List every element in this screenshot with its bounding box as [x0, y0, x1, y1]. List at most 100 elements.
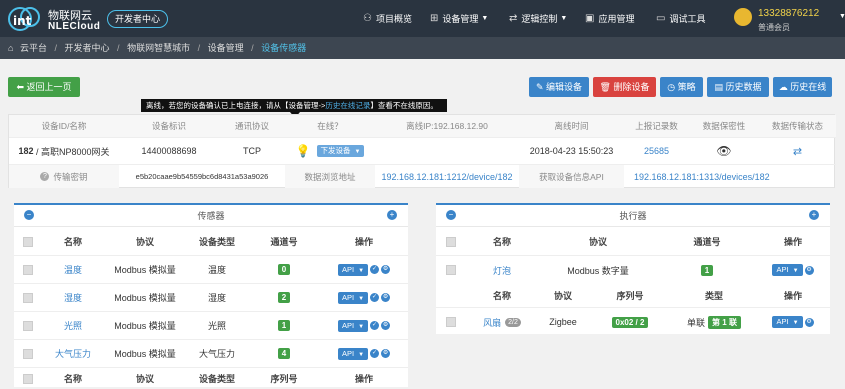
history-online-button[interactable]: ☁ 历史在线 — [773, 77, 832, 97]
transfer-icon[interactable]: ⇄ — [759, 138, 836, 164]
settings-icon[interactable]: ⚙ — [804, 317, 814, 327]
settings-icon[interactable]: ⚙ — [381, 321, 391, 330]
serial-badge: 0x02 / 2 — [611, 316, 649, 328]
trash-icon: 🗑 — [599, 82, 611, 92]
help-icon: ? — [40, 172, 50, 181]
nlecloud-logo[interactable]: int 物联网云 NLECloud — [6, 4, 106, 34]
sensor-footer-header-row: 名称 协议 设备类型 序列号 操作 — [14, 368, 408, 389]
user-level: 普通会员 — [758, 23, 790, 32]
sensor-header-row: 名称 协议 设备类型 通道号 操作 — [14, 228, 408, 256]
history-data-button[interactable]: ▤ 历史数据 — [707, 77, 769, 97]
api-dropdown[interactable]: API ▼ — [772, 316, 803, 328]
select-all-checkbox[interactable] — [23, 373, 33, 384]
row-checkbox[interactable] — [23, 348, 33, 359]
app-icon: ▣ — [585, 13, 595, 24]
offline-tooltip: 离线，若您的设备确认已上电连接，请从【设备管理->历史在线记录】查看不在线原因。 — [141, 99, 447, 112]
developer-center-button[interactable]: 开发者中心 — [107, 10, 169, 28]
clock-icon: ◷ — [667, 82, 676, 92]
table-row: 风扇 2/2 Zigbee 0x02 / 2 单联 第 1 联 API ▼ ⚙ — [436, 308, 830, 336]
check-icon[interactable]: ✓ — [370, 265, 380, 274]
sensor-name-link[interactable]: 温度 — [42, 256, 104, 283]
device-id: 182 — [18, 146, 34, 156]
settings-icon[interactable]: ⚙ — [381, 349, 391, 358]
row-checkbox[interactable] — [23, 292, 33, 303]
monitor-icon: ▭ — [656, 13, 666, 24]
breadcrumb-project[interactable]: 物联网智慧城市 — [127, 43, 190, 53]
avatar — [734, 8, 752, 26]
table-row: 光照 Modbus 模拟量 光照 1 API ▼ ✓ ⚙ — [14, 312, 408, 340]
history-online-link[interactable]: 历史在线记录 — [325, 101, 370, 110]
nav-app-management[interactable]: ▣ 应用管理 — [585, 0, 634, 37]
offline-time: 2018-04-23 15:50:23 — [529, 146, 614, 156]
actuator-panel: 执行器 − + 名称 协议 通道号 操作 灯泡 Modbus 数字量 1 API… — [436, 203, 830, 334]
api-dropdown[interactable]: API ▼ — [337, 319, 369, 332]
add-actuator-icon[interactable]: + — [809, 210, 819, 220]
browse-url[interactable]: 192.168.12.181:1212/device/182 — [375, 165, 519, 188]
settings-icon[interactable]: ⚙ — [804, 265, 814, 275]
collapse-icon[interactable]: − — [446, 210, 456, 220]
channel-badge: 4 — [277, 348, 291, 359]
api-url[interactable]: 192.168.12.181:1313/devices/182 — [624, 165, 836, 188]
api-dropdown[interactable]: API ▼ — [772, 264, 803, 276]
eye-icon[interactable]: 👁 — [689, 138, 759, 164]
sensor-name-link[interactable]: 大气压力 — [42, 340, 104, 367]
device-data-row: 182 / 高职NP8000网关 14400088698 TCP 💡 下发设备 ▼… — [9, 138, 836, 165]
shuffle-icon: ⇄ — [509, 13, 518, 24]
link-index-badge: 第 1 联 — [708, 315, 741, 329]
nav-logic-control[interactable]: ⇄ 逻辑控制 ▼ — [509, 0, 567, 37]
nav-debug-tools[interactable]: ▭ 调试工具 — [656, 0, 705, 37]
records-count[interactable]: 25685 — [624, 138, 689, 164]
row-checkbox[interactable] — [446, 317, 456, 327]
check-icon[interactable]: ✓ — [370, 293, 380, 302]
add-sensor-icon[interactable]: + — [387, 210, 397, 220]
table-row: 温度 Modbus 模拟量 温度 0 API ▼ ✓ ⚙ — [14, 256, 408, 284]
lightbulb-icon: 💡 — [295, 144, 311, 158]
sensor-name-link[interactable]: 光照 — [42, 312, 104, 339]
device-info-table: 设备ID/名称 设备标识 通讯协议 在线？ 离线IP:192.168.12.90… — [8, 114, 836, 188]
logo-en-text: NLECloud — [48, 21, 101, 32]
actuator-name-link[interactable]: 风扇 — [483, 316, 501, 329]
delete-device-button[interactable]: 🗑 删除设备 — [593, 77, 656, 97]
sensor-name-link[interactable]: 湿度 — [42, 284, 104, 311]
chart-icon: ▤ — [714, 82, 723, 92]
sensor-panel-title: 传感器 — [14, 205, 408, 227]
api-dropdown[interactable]: API ▼ — [337, 347, 369, 360]
collapse-icon[interactable]: − — [24, 210, 34, 220]
actuator-header-row: 名称 协议 通道号 操作 — [436, 228, 830, 256]
breadcrumb-dev-center[interactable]: 开发者中心 — [65, 43, 110, 53]
check-icon[interactable]: ✓ — [370, 349, 380, 358]
breadcrumb-device-mgmt[interactable]: 设备管理 — [208, 43, 244, 53]
send-device-dropdown[interactable]: 下发设备 ▼ — [316, 145, 365, 157]
edit-device-button[interactable]: ✎ 编辑设备 — [529, 77, 589, 97]
row-checkbox[interactable] — [446, 265, 456, 275]
device-name: / 高职NP8000网关 — [36, 146, 110, 157]
secret-key: e5b20caae9b54559bc6d8431a53a9026 — [135, 172, 269, 181]
actuator-name-link[interactable]: 灯泡 — [466, 256, 538, 284]
api-dropdown[interactable]: API ▼ — [337, 291, 369, 304]
row-checkbox[interactable] — [23, 264, 33, 275]
grid-icon: ⊞ — [430, 13, 439, 24]
settings-icon[interactable]: ⚙ — [381, 293, 391, 302]
settings-icon[interactable]: ⚙ — [381, 265, 391, 274]
caret-down-icon: ▼ — [560, 15, 568, 22]
channel-badge: 0 — [277, 264, 291, 275]
arrow-left-icon: ⬅ — [16, 82, 24, 92]
nav-project-overview[interactable]: ⚇ 项目概览 — [363, 0, 412, 37]
select-all-checkbox[interactable] — [446, 236, 456, 247]
check-icon[interactable]: ✓ — [370, 321, 380, 330]
cloud-logo-icon: int — [8, 7, 40, 31]
row-checkbox[interactable] — [23, 320, 33, 331]
strategy-button[interactable]: ◷ 策略 — [660, 77, 703, 97]
channel-badge: 1 — [700, 264, 714, 276]
back-button[interactable]: ⬅ 返回上一页 — [8, 77, 80, 97]
device-meta-row: ? 传输密钥 e5b20caae9b54559bc6d8431a53a9026 … — [9, 165, 836, 188]
nav-device-management[interactable]: ⊞ 设备管理 ▼ — [430, 0, 488, 37]
breadcrumb-current: 设备传感器 — [261, 43, 307, 53]
breadcrumb-cloud[interactable]: 云平台 — [20, 43, 47, 53]
user-name: 13328876212 — [758, 8, 820, 19]
device-tag: 14400088698 — [141, 146, 197, 156]
edit-icon: ✎ — [535, 82, 544, 92]
select-all-checkbox[interactable] — [23, 236, 33, 247]
sensor-panel: 传感器 − + 名称 协议 设备类型 通道号 操作 温度 Modbus 模拟量 … — [14, 203, 408, 387]
api-dropdown[interactable]: API ▼ — [337, 263, 369, 276]
